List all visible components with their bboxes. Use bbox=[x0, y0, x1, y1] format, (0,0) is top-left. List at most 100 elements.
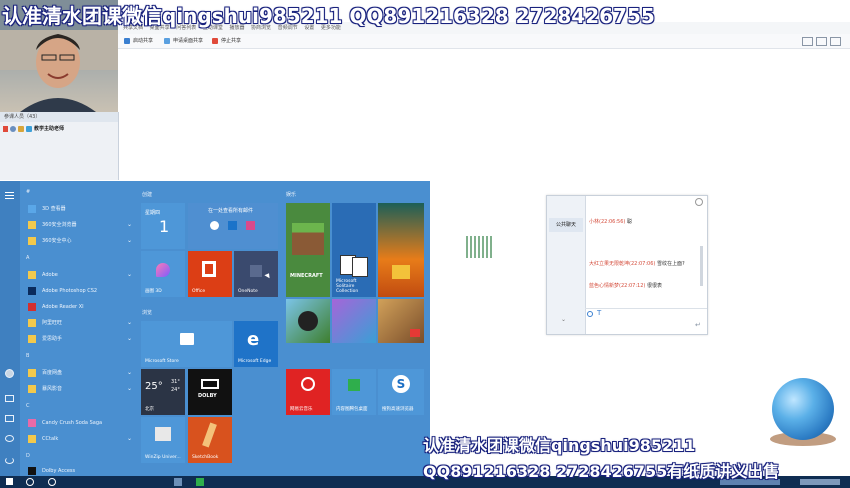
section-letter[interactable]: # bbox=[26, 189, 30, 195]
crown-icon bbox=[392, 265, 410, 279]
search-icon[interactable] bbox=[26, 478, 34, 486]
tile-label: 网易云音乐 bbox=[290, 407, 313, 412]
cortana-icon[interactable] bbox=[48, 478, 56, 486]
zhuangshi-tile[interactable]: 内容图腾包桌面 bbox=[332, 369, 376, 415]
app-item[interactable]: 暴风影音 ⌄ bbox=[20, 381, 138, 397]
weather-low: 24° bbox=[171, 387, 180, 393]
tile-label: 画图 3D bbox=[145, 289, 162, 294]
hamburger-icon[interactable] bbox=[5, 191, 14, 199]
task-view-icon[interactable] bbox=[174, 478, 182, 486]
dolby-tile[interactable]: DOLBY bbox=[188, 369, 232, 415]
start-rail bbox=[0, 181, 20, 476]
message-text: 很很表 bbox=[646, 283, 662, 289]
tab-public-chat[interactable]: 公共聊天 bbox=[549, 218, 583, 232]
weather-tile[interactable]: 25° 31° 24° 北京 bbox=[141, 369, 185, 415]
stop-share-label: 停止共享 bbox=[221, 38, 242, 44]
share-icon bbox=[124, 38, 130, 44]
folder-icon bbox=[28, 271, 36, 279]
app-icon[interactable] bbox=[196, 478, 204, 486]
app-label: 3D 查看器 bbox=[42, 206, 66, 212]
globe-image bbox=[772, 378, 834, 440]
netease-tile[interactable]: 网易云音乐 bbox=[286, 369, 330, 415]
stop-share-button[interactable]: 停止共享 bbox=[212, 36, 241, 46]
fullscreen-icon[interactable] bbox=[830, 37, 841, 46]
zhuangshi-icon bbox=[348, 379, 360, 391]
section-letter[interactable]: C bbox=[26, 403, 30, 409]
faded-background-text bbox=[130, 100, 820, 140]
document-icon[interactable] bbox=[5, 395, 14, 402]
app-label: 360安全中心 bbox=[42, 238, 72, 244]
outlook-icon bbox=[228, 221, 237, 230]
chat-scrollbar[interactable] bbox=[700, 246, 703, 286]
tile-label: Microsoft Store bbox=[145, 359, 179, 364]
app-item[interactable]: 阿里旺旺 ⌄ bbox=[20, 315, 138, 331]
disney-tile[interactable] bbox=[286, 299, 330, 343]
section-letter[interactable]: D bbox=[26, 453, 30, 459]
power-icon[interactable] bbox=[5, 457, 14, 464]
app-label: 爱思助手 bbox=[42, 336, 63, 342]
group-label-create[interactable]: 创建 bbox=[142, 191, 152, 198]
folder-icon bbox=[28, 385, 36, 393]
settings-icon[interactable] bbox=[5, 435, 14, 442]
pictures-icon[interactable] bbox=[5, 415, 14, 422]
calendar-day: 星期四 bbox=[145, 210, 161, 216]
app-item[interactable]: CCtalk ⌄ bbox=[20, 431, 138, 447]
chevron-down-icon: ⌄ bbox=[126, 221, 132, 228]
mail-tile[interactable]: 在一处查看所有邮件 bbox=[188, 203, 278, 249]
user-avatar-icon[interactable] bbox=[5, 369, 14, 378]
weather-high: 31° bbox=[171, 379, 180, 385]
window-icon[interactable] bbox=[816, 37, 827, 46]
winzip-tile[interactable]: WinZip Univer... bbox=[141, 417, 185, 463]
group-label-play[interactable]: 娱乐 bbox=[286, 191, 296, 198]
app-item[interactable]: Adobe Photoshop CS2 bbox=[20, 283, 138, 299]
app-item[interactable]: 百度网盘 ⌄ bbox=[20, 365, 138, 381]
edge-tile[interactable]: e Microsoft Edge bbox=[234, 321, 278, 367]
stop-icon bbox=[212, 38, 218, 44]
layout-icon[interactable] bbox=[802, 37, 813, 46]
font-icon[interactable]: T bbox=[597, 309, 601, 317]
emoji-icon[interactable] bbox=[587, 311, 593, 317]
message-sender: 小林(22:06:56) bbox=[589, 219, 626, 225]
start-share-button[interactable]: 启动共享 bbox=[124, 36, 153, 46]
app-item[interactable]: 爱思助手 ⌄ bbox=[20, 331, 138, 347]
game-tile[interactable] bbox=[378, 203, 424, 297]
sogou-tile[interactable]: S 搜狗高速浏览器 bbox=[378, 369, 424, 415]
solitaire-tile[interactable]: Microsoft Solitaire Collection bbox=[332, 203, 376, 297]
sketchbook-tile[interactable]: SketchBook bbox=[188, 417, 232, 463]
mail-icon bbox=[246, 221, 255, 230]
tile-label: Office bbox=[192, 289, 206, 294]
app-item[interactable]: Candy Crush Soda Saga bbox=[20, 415, 138, 431]
app-item[interactable]: 360安全浏览器 ⌄ bbox=[20, 217, 138, 233]
minimize-icon[interactable] bbox=[695, 198, 703, 206]
minecraft-tile[interactable]: MINECRAFT bbox=[286, 203, 330, 297]
chat-input[interactable]: T ↵ bbox=[585, 308, 707, 335]
loading-graphic bbox=[466, 236, 492, 258]
paint3d-tile[interactable]: 画图 3D bbox=[141, 251, 185, 297]
photoshop-icon bbox=[28, 287, 36, 295]
calendar-tile[interactable]: 星期四 1 bbox=[141, 203, 185, 249]
request-desktop-share-button[interactable]: 申请桌面共享 bbox=[164, 36, 203, 46]
bubble-witch-tile[interactable] bbox=[332, 299, 376, 343]
store-tile[interactable]: Microsoft Store bbox=[141, 321, 232, 367]
sogou-icon: S bbox=[392, 375, 410, 393]
section-letter[interactable]: A bbox=[26, 255, 29, 261]
clock[interactable] bbox=[800, 479, 840, 485]
participant-row[interactable]: 教学主助老师 bbox=[0, 123, 118, 135]
app-item[interactable]: 360安全中心 ⌄ bbox=[20, 233, 138, 249]
edge-icon: e bbox=[247, 329, 260, 350]
windows-start-icon[interactable] bbox=[6, 478, 13, 485]
tile-label: Microsoft Edge bbox=[238, 359, 272, 364]
app-item[interactable]: Adobe ⌄ bbox=[20, 267, 138, 283]
send-icon[interactable]: ↵ bbox=[695, 321, 701, 329]
chevron-down-icon: ⌄ bbox=[126, 271, 132, 278]
app-item[interactable]: 3D 查看器 bbox=[20, 201, 138, 217]
office-tile[interactable]: Office bbox=[188, 251, 232, 297]
group-label-browse[interactable]: 浏览 bbox=[142, 309, 152, 316]
game-tile-2[interactable] bbox=[378, 299, 424, 343]
section-letter[interactable]: B bbox=[26, 353, 29, 359]
chevron-down-icon: ⌄ bbox=[126, 237, 132, 244]
paint3d-icon bbox=[156, 263, 170, 277]
app-item[interactable]: Adobe Reader XI bbox=[20, 299, 138, 315]
app-label: 阿里旺旺 bbox=[42, 320, 63, 326]
chevron-down-icon[interactable]: ⌄ bbox=[561, 316, 566, 323]
